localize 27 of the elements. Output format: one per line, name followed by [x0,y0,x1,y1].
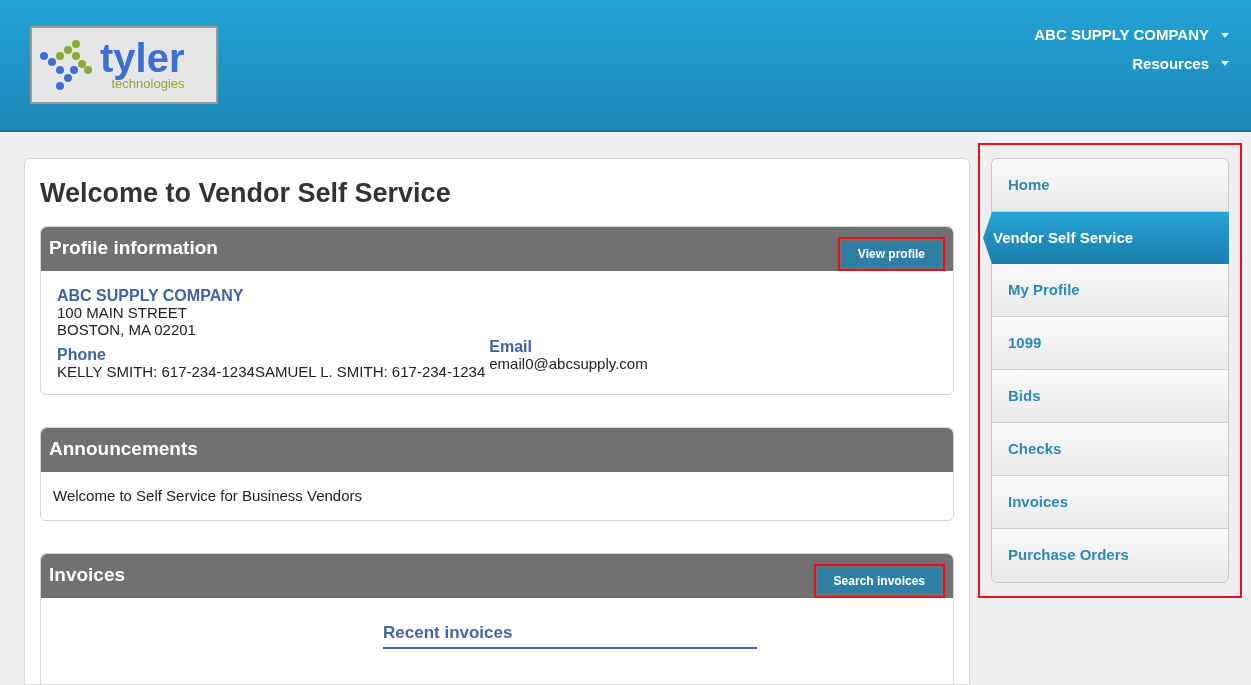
panel-button[interactable]: View profile [841,240,941,267]
company-name: ABC SUPPLY COMPANY [57,286,245,304]
nav-item[interactable]: Purchase Orders [992,529,1228,582]
nav-item[interactable]: Home [992,159,1228,212]
phone-value: KELLY SMITH: 617-234-1234SAMUEL L. SMITH: 617-234-1234 [57,362,486,380]
nav-item[interactable]: Invoices [992,476,1228,529]
nav-item[interactable]: My Profile [992,264,1228,317]
panel-title: Announcements [49,437,198,462]
nav-item[interactable]: Bids [992,370,1228,423]
section-heading: Recent invoices [383,619,757,649]
panel-title: Profile information [49,236,218,261]
panel-button[interactable]: Search invoices [817,567,941,594]
address-line: 100 MAIN STREET [57,303,189,321]
nav-item[interactable]: 1099 [992,317,1228,370]
nav-item[interactable]: Checks [992,423,1228,476]
address-line: BOSTON, MA 02201 [57,320,197,338]
header-menu[interactable]: ABC SUPPLY COMPANY [1034,24,1229,47]
phone-label: Phone [57,345,107,363]
caret-icon [1221,32,1229,38]
announcement-text: Welcome to Self Service for Business Vendors [53,486,363,504]
email-label: Email [489,337,533,355]
panel-title: Invoices [49,563,126,588]
page-title: Welcome to Vendor Self Service [40,177,452,210]
email-value: email0@abcsupply.com [489,354,648,372]
nav-item[interactable]: Vendor Self Service [983,212,1229,264]
header-menu[interactable]: Resources [1132,52,1229,75]
caret-icon [1221,61,1229,67]
